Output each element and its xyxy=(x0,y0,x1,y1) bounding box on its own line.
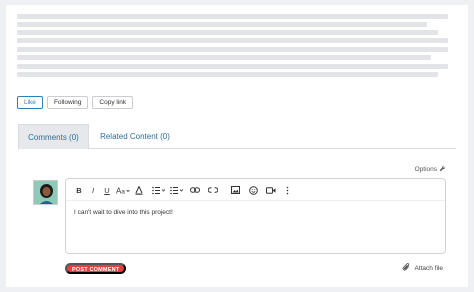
tab-comments[interactable]: Comments (0) xyxy=(18,124,89,149)
underline-icon[interactable]: U xyxy=(100,183,114,197)
tab-related-content[interactable]: Related Content (0) xyxy=(100,124,170,149)
skeleton-line xyxy=(17,30,438,35)
skeleton-line xyxy=(17,22,427,27)
link-icon[interactable] xyxy=(186,183,204,197)
copy-link-button[interactable]: Copy link xyxy=(92,96,134,109)
font-size-icon[interactable]: Aa xyxy=(114,183,132,197)
skeleton-line xyxy=(17,55,431,60)
italic-icon[interactable]: I xyxy=(86,183,100,197)
options-label: Options xyxy=(414,166,437,173)
numbered-list-icon[interactable] xyxy=(150,183,168,197)
attach-file-link[interactable]: Attach file xyxy=(402,263,443,274)
attach-file-label: Attach file xyxy=(414,265,443,272)
skeleton-line xyxy=(17,72,438,77)
skeleton-line xyxy=(17,47,448,52)
text-color-icon[interactable] xyxy=(132,183,146,197)
image-icon[interactable] xyxy=(226,183,244,197)
following-button[interactable]: Following xyxy=(46,96,89,109)
avatar xyxy=(33,180,58,205)
post-comment-button[interactable]: POST COMMENT xyxy=(65,263,127,274)
video-icon[interactable] xyxy=(262,183,280,197)
content-tabs: Comments (0) Related Content (0) xyxy=(18,124,456,149)
unlink-icon[interactable] xyxy=(204,183,222,197)
options-menu[interactable]: Options xyxy=(415,165,446,174)
bold-icon[interactable]: B xyxy=(72,183,86,197)
skeleton-line xyxy=(17,14,448,19)
paperclip-icon xyxy=(402,263,411,274)
editor-content[interactable]: I can't wait to dive into this project! xyxy=(74,209,173,216)
more-icon[interactable] xyxy=(280,183,294,197)
skeleton-line xyxy=(17,64,448,69)
wrench-icon xyxy=(439,165,446,174)
skeleton-line xyxy=(17,38,448,43)
bulleted-list-icon[interactable] xyxy=(168,183,186,197)
comment-editor[interactable]: B I U Aa I can't wait to dive into this … xyxy=(65,178,446,254)
emoji-icon[interactable] xyxy=(244,183,262,197)
toolbar-divider xyxy=(66,200,445,201)
like-button[interactable]: Like xyxy=(17,96,43,109)
editor-toolbar: B I U Aa xyxy=(72,183,294,197)
svg-text:a: a xyxy=(122,189,126,195)
action-buttons: Like Following Copy link xyxy=(17,96,134,109)
